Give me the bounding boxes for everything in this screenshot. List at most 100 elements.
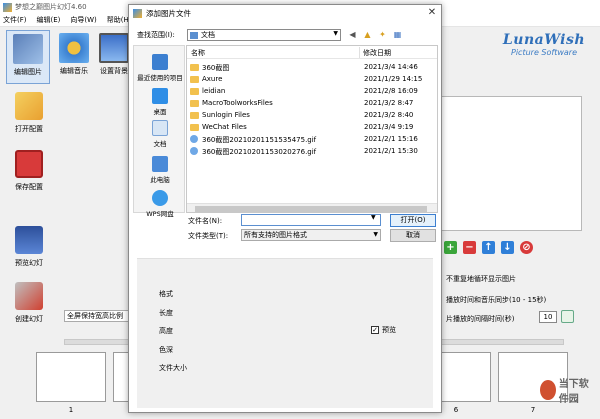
column-date[interactable]: 修改日期 — [363, 48, 391, 58]
filetype-value: 所有支持的图片格式 — [244, 231, 307, 239]
option-interval-label: 片播放的间隔时间(秒) — [446, 315, 515, 323]
close-icon[interactable]: ✕ — [425, 7, 439, 19]
scrollbar-thumb[interactable] — [195, 206, 427, 212]
folder-icon — [190, 88, 199, 95]
preview-checkbox[interactable]: ✓ 预览 — [371, 325, 396, 335]
place-recent[interactable]: 最近使用的项目 — [134, 54, 186, 82]
file-list-header: 名称 修改日期 — [187, 46, 437, 59]
menu-wizard[interactable]: 向导(W) — [70, 15, 96, 25]
watermark-logo-icon — [540, 380, 556, 400]
file-date: 2021/2/1 15:16 — [364, 135, 418, 143]
folder-icon — [190, 76, 199, 83]
edit-pictures-label: 编辑图片 — [14, 68, 42, 76]
place-wps-drive-label: WPS网盘 — [146, 210, 174, 218]
display-mode-select[interactable]: 全屏保持宽高比例 — [64, 310, 134, 322]
file-row[interactable]: 360截图 2021/3/4 14:46 — [187, 62, 437, 73]
edit-music-button[interactable]: 编辑音乐 — [52, 33, 96, 76]
create-slideshow-button[interactable]: 创建幻灯 — [4, 282, 54, 324]
file-row[interactable]: Sunlogin Files 2021/3/2 8:40 — [187, 110, 437, 121]
place-this-pc[interactable]: 此电脑 — [134, 156, 186, 184]
set-background-button[interactable]: 设置背景 — [96, 33, 132, 76]
folder-icon — [190, 124, 199, 131]
clock-icon[interactable] — [561, 310, 574, 323]
place-this-pc-label: 此电脑 — [150, 176, 170, 184]
brand-line2: Picture Software — [511, 48, 577, 57]
file-name: MacroToolworksFiles — [202, 99, 273, 107]
save-config-label: 保存配置 — [15, 183, 43, 191]
gif-image-icon — [190, 135, 198, 143]
place-documents[interactable]: 文档 — [134, 120, 186, 148]
place-wps-drive[interactable]: WPS网盘 — [134, 190, 186, 218]
open-config-button[interactable]: 打开配置 — [4, 92, 54, 134]
open-button[interactable]: 打开(O) — [390, 214, 436, 227]
file-name: Sunlogin Files — [202, 111, 250, 119]
places-bar: 最近使用的项目 桌面 文档 此电脑 WPS网盘 — [133, 45, 186, 218]
cancel-button[interactable]: 取消 — [390, 229, 436, 242]
main-toolbar: 编辑图片 编辑音乐 设置背景 — [0, 28, 130, 86]
back-icon[interactable]: ◀ — [347, 29, 358, 40]
open-config-label: 打开配置 — [15, 125, 43, 133]
add-icon[interactable]: + — [444, 241, 457, 254]
move-up-icon[interactable]: ↑ — [482, 241, 495, 254]
slot-number: 1 — [68, 406, 74, 414]
view-menu-icon[interactable]: ▦ — [392, 29, 403, 40]
place-desktop[interactable]: 桌面 — [134, 88, 186, 116]
clear-icon[interactable]: ⊘ — [520, 241, 533, 254]
app-title: 梦想之巅图片幻灯4.60 — [15, 3, 87, 11]
up-folder-icon[interactable]: ▲ — [362, 29, 373, 40]
move-down-icon[interactable]: ↓ — [501, 241, 514, 254]
preview-depth-label: 色深 — [159, 346, 173, 354]
watermark: 当下软件园 — [540, 378, 598, 405]
file-name: 360截图 — [202, 64, 230, 72]
file-row[interactable]: 360截图20210201151535475.gif 2021/2/1 15:1… — [187, 134, 437, 145]
file-row[interactable]: Axure 2021/1/29 14:15 — [187, 74, 437, 85]
remove-icon[interactable]: − — [463, 241, 476, 254]
chevron-down-icon: ▼ — [333, 30, 338, 37]
preview-checkbox-label: 预览 — [382, 326, 396, 334]
file-row[interactable]: WeChat Files 2021/3/4 9:19 — [187, 122, 437, 133]
dialog-app-icon — [133, 9, 142, 18]
folder-icon — [190, 100, 199, 107]
menu-edit[interactable]: 编辑(E) — [37, 15, 61, 25]
preview-width-label: 长度 — [159, 309, 173, 317]
interval-input[interactable]: 10 — [539, 311, 557, 323]
lookin-select[interactable]: 文档 ▼ — [187, 29, 341, 41]
lookin-value: 文档 — [201, 31, 215, 39]
preview-format-label: 格式 — [159, 290, 173, 298]
floppy-save-icon — [15, 150, 43, 178]
option-no-repeat-loop[interactable]: 不重复地循环显示图片 — [446, 274, 516, 284]
edit-music-label: 编辑音乐 — [60, 67, 88, 75]
file-date: 2021/2/1 15:30 — [364, 147, 418, 155]
brand-line1: LunaWish — [502, 32, 586, 48]
gif-image-icon — [190, 147, 198, 155]
file-name: leidian — [202, 87, 226, 95]
add-picture-dialog: 添加图片文件 ✕ 查找范围(I): 文档 ▼ ◀ ▲ ✦ ▦ 最近使用的项目 桌… — [128, 4, 442, 413]
file-row[interactable]: MacroToolworksFiles 2021/3/2 8:47 — [187, 98, 437, 109]
filetype-select[interactable]: 所有支持的图片格式 ▼ — [241, 229, 381, 241]
column-separator — [359, 47, 360, 58]
lookin-label: 查找范围(I): — [137, 31, 175, 39]
filetype-label: 文件类型(T): — [188, 232, 229, 240]
option-sync-music[interactable]: 播放时间和音乐同步(10 - 15秒) — [446, 295, 546, 305]
filename-input[interactable] — [241, 214, 381, 226]
file-list-scrollbar[interactable] — [187, 203, 437, 212]
column-name[interactable]: 名称 — [191, 48, 205, 58]
checkbox-checked-icon: ✓ — [371, 326, 379, 334]
lookin-row: 查找范围(I): 文档 ▼ — [137, 29, 341, 41]
monitor-icon — [99, 33, 129, 63]
picture-preview-panel — [432, 96, 582, 231]
preview-slideshow-button[interactable]: 预览幻灯 — [4, 226, 54, 268]
file-date: 2021/3/2 8:47 — [364, 99, 414, 107]
new-folder-icon[interactable]: ✦ — [377, 29, 388, 40]
edit-pictures-button[interactable]: 编辑图片 — [6, 30, 50, 84]
file-list: 名称 修改日期 360截图 2021/3/4 14:46 Axure 2021/… — [186, 45, 438, 213]
slide-slot[interactable] — [36, 352, 106, 402]
file-row[interactable]: leidian 2021/2/8 16:09 — [187, 86, 437, 97]
file-date: 2021/2/8 16:09 — [364, 87, 418, 95]
documents-icon — [152, 120, 168, 136]
save-config-button[interactable]: 保存配置 — [4, 150, 54, 192]
menu-file[interactable]: 文件(F) — [3, 15, 27, 25]
documents-folder-icon — [190, 31, 198, 39]
filename-chevron-down-icon[interactable]: ▼ — [371, 214, 376, 221]
file-row[interactable]: 360截图20210201153020276.gif 2021/2/1 15:3… — [187, 146, 437, 157]
